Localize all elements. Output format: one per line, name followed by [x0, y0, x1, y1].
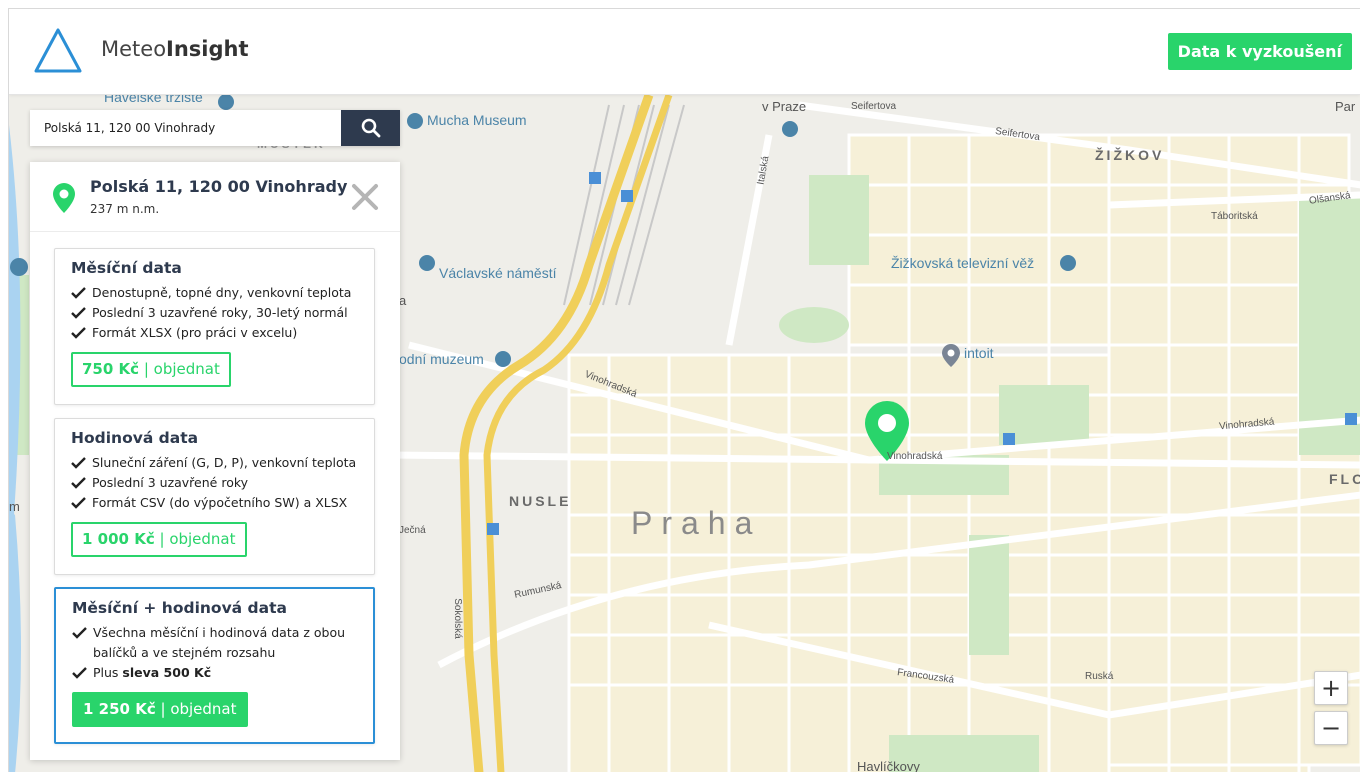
feature-item: Plus sleva 500 Kč: [72, 663, 357, 683]
map-label-muzeum: odní muzeum: [399, 351, 484, 367]
map-label-taboritska: Táboritská: [1211, 211, 1258, 222]
header: MeteoInsight Data k vyzkoušení: [9, 9, 1360, 95]
map-label-praha: Praha: [631, 505, 762, 541]
feature-text: Sluneční záření (G, D, P), venkovní tepl…: [92, 455, 357, 470]
map-label-havlickova: Havlíčkovy: [857, 759, 920, 772]
map-label-seifertova-1: Seifertova: [851, 101, 897, 112]
search-bar: [30, 110, 400, 146]
map-label-vinohradska-2: Vinohradská: [887, 451, 943, 462]
check-icon: [72, 667, 87, 679]
map-label-tower: Žižkovská televizní věž: [891, 255, 1035, 271]
package-card-combined[interactable]: Měsíční + hodinová data Všechna měsíční …: [54, 587, 375, 744]
feature-item: Formát XLSX (pro práci v excelu): [71, 323, 358, 343]
price: 1 000 Kč: [82, 530, 155, 548]
map-label-intoit: intoit: [964, 345, 994, 361]
check-icon: [71, 307, 86, 319]
check-icon: [71, 497, 86, 509]
check-icon: [71, 477, 86, 489]
feature-text: Denostupně, topné dny, venkovní teplota: [92, 285, 352, 300]
search-button[interactable]: [341, 110, 400, 146]
check-icon: [72, 627, 87, 639]
search-icon: [361, 118, 380, 138]
map-label-m-left: m: [9, 499, 20, 514]
check-icon: [71, 287, 86, 299]
app-frame: MeteoInsight Data k vyzkoušení Havelské …: [8, 8, 1360, 772]
map-label-zizkov: ŽIŽKOV: [1095, 147, 1165, 163]
map-label-a-left: a: [399, 293, 407, 308]
package-card-hourly[interactable]: Hodinová data Sluneční záření (G, D, P),…: [54, 418, 375, 575]
discount-text: sleva 500 Kč: [122, 665, 212, 680]
location-panel: Polská 11, 120 00 Vinohrady 237 m n.m. M…: [30, 162, 400, 760]
brand-name[interactable]: MeteoInsight: [101, 37, 249, 61]
feature-item: Poslední 3 uzavřené roky, 30-letý normál: [71, 303, 358, 323]
feature-item: Poslední 3 uzavřené roky: [71, 473, 358, 493]
map-label-nusle: NUSLE: [509, 493, 572, 509]
order-label: objednat: [153, 360, 220, 378]
check-icon: [71, 457, 86, 469]
brand-bold: Insight: [166, 37, 249, 61]
search-input[interactable]: [30, 110, 341, 146]
location-title: Polská 11, 120 00 Vinohrady: [90, 177, 348, 196]
feature-item: Všechna měsíční i hodinová data z obou b…: [72, 623, 357, 663]
map-label-vaclavske: Václavské náměstí: [439, 265, 557, 281]
brand-light: Meteo: [101, 37, 167, 61]
package-title: Měsíční data: [71, 259, 182, 277]
price: 750 Kč: [82, 360, 140, 378]
map-label-sokolska: Sokolská: [451, 598, 463, 639]
map-label-flo: FLO: [1329, 471, 1360, 487]
feature-item: Formát CSV (do výpočetního SW) a XLSX: [71, 493, 358, 513]
location-header: Polská 11, 120 00 Vinohrady 237 m n.m.: [30, 162, 400, 232]
zoom-out-button[interactable]: −: [1314, 711, 1348, 745]
price: 1 250 Kč: [83, 700, 156, 718]
package-title: Měsíční + hodinová data: [72, 599, 287, 617]
feature-text: Poslední 3 uzavřené roky: [92, 475, 249, 490]
order-button-monthly[interactable]: 750 Kč | objednat: [71, 352, 231, 387]
feature-text: Formát XLSX (pro práci v excelu): [92, 325, 298, 340]
package-title: Hodinová data: [71, 429, 199, 447]
package-card-monthly[interactable]: Měsíční data Denostupně, topné dny, venk…: [54, 248, 375, 405]
logo-icon[interactable]: [33, 27, 83, 75]
location-elevation: 237 m n.m.: [90, 202, 160, 216]
map-label-ruska: Ruská: [1085, 671, 1114, 682]
order-label: objednat: [169, 530, 236, 548]
map-pin-icon: [53, 183, 75, 213]
feature-text: Plus: [93, 665, 123, 680]
order-label: objednat: [170, 700, 237, 718]
feature-text: Poslední 3 uzavřené roky, 30-letý normál: [92, 305, 348, 320]
feature-text: Všechna měsíční i hodinová data z obou b…: [93, 625, 346, 660]
feature-text: Formát CSV (do výpočetního SW) a XLSX: [92, 495, 348, 510]
map-label-jecna: Ječná: [399, 525, 426, 536]
map-label-mucha: Mucha Museum: [427, 112, 527, 128]
map-label-park-right: Par: [1335, 99, 1356, 114]
zoom-in-button[interactable]: +: [1314, 671, 1348, 705]
check-icon: [71, 327, 86, 339]
order-button-combined[interactable]: 1 250 Kč | objednat: [72, 692, 248, 727]
map-label-vpraze: v Praze: [762, 99, 807, 114]
order-button-hourly[interactable]: 1 000 Kč | objednat: [71, 522, 247, 557]
close-icon[interactable]: [348, 180, 382, 214]
trial-data-button[interactable]: Data k vyzkoušení: [1167, 33, 1352, 70]
feature-item: Sluneční záření (G, D, P), venkovní tepl…: [71, 453, 358, 473]
feature-item: Denostupně, topné dny, venkovní teplota: [71, 283, 358, 303]
